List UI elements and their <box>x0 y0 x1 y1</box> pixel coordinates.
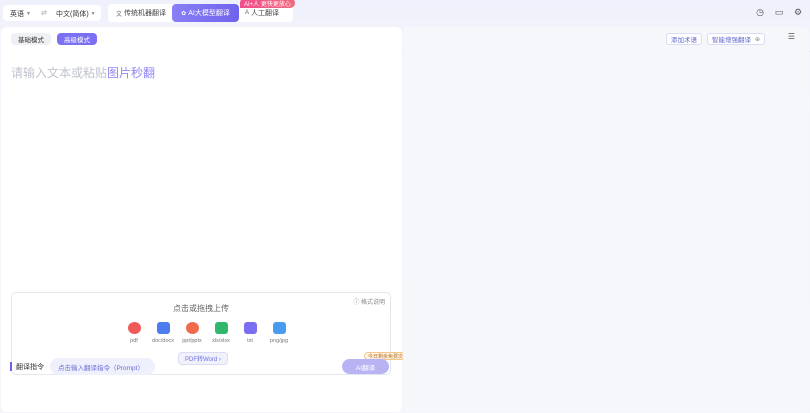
mode-subtabs: 基础模式 高级模式 <box>11 33 97 45</box>
filetype-ppt: ppt/pptx <box>182 322 202 344</box>
target-tools: 添加术语 智能增强翻译 ⊕ <box>665 33 765 45</box>
ai-sparkle-icon: ✿ <box>181 10 187 17</box>
top-right-icons: ◷ ▭ ⚙ <box>754 7 804 18</box>
tab-machine-translation[interactable]: 文 传统机器翻译 <box>116 4 166 22</box>
folder-icon[interactable]: ▭ <box>773 7 785 18</box>
target-panel: 添加术语 智能增强翻译 ⊕ ☰ <box>403 27 809 412</box>
filetype-image: png/jpg <box>269 322 289 344</box>
prompt-input[interactable]: 点击输入翻译指令（Prompt） <box>50 358 155 375</box>
txt-file-icon <box>243 322 257 334</box>
target-language-dropdown[interactable]: 中文(简体) ▼ <box>56 9 96 19</box>
tab-label: AI大模型翻译 <box>188 10 230 17</box>
format-help-label: 格式说明 <box>360 300 385 306</box>
filetype-label: xls/xlsx <box>212 338 230 344</box>
word-file-icon <box>156 322 170 334</box>
translate-icon: 文 <box>116 11 123 18</box>
plus-circle-icon: ⊕ <box>754 36 760 43</box>
top-bar: 英语 ▼ ⇄ 中文(简体) ▼ 文 传统机器翻译 ✿ AI大模型翻译 A 人工翻… <box>0 0 810 26</box>
prompt-label: 翻译指令 <box>10 362 44 371</box>
filetype-label: ppt/pptx <box>182 338 202 344</box>
excel-file-icon <box>214 322 228 334</box>
chevron-down-icon: ▼ <box>26 11 31 17</box>
human-translate-icon: A <box>245 10 250 16</box>
tab-label: 传统机器翻译 <box>124 10 167 17</box>
add-term-button[interactable]: 添加术语 <box>665 33 702 45</box>
file-type-list: pdf doc/docx ppt/pptx xls/xlsx txt png/j… <box>124 322 289 344</box>
filetype-txt: txt <box>240 322 260 344</box>
filetype-label: doc/docx <box>152 338 175 344</box>
history-icon[interactable]: ◷ <box>754 7 766 18</box>
filetype-doc: doc/docx <box>152 322 175 344</box>
tab-advanced-mode[interactable]: 高级模式 <box>57 33 97 45</box>
language-selector: 英语 ▼ ⇄ 中文(简体) ▼ <box>3 5 101 21</box>
format-help-link[interactable]: ⓘ 格式说明 <box>353 297 385 306</box>
upload-title: 点击或拖拽上传 <box>173 304 229 313</box>
prompt-bar: 翻译指令 点击输入翻译指令（Prompt） <box>10 358 155 375</box>
tab-label: 人工翻译 <box>251 10 280 17</box>
smart-enhance-label: 智能增强翻译 <box>711 37 751 44</box>
pdf-file-icon <box>127 322 141 334</box>
promo-badge: AI+人 更快更放心 <box>240 0 295 8</box>
source-text-input[interactable]: 请输入文本或粘贴图片秒翻 <box>11 64 155 81</box>
menu-icon[interactable]: ☰ <box>788 32 795 41</box>
settings-icon[interactable]: ⚙ <box>792 7 804 18</box>
ppt-file-icon <box>185 322 199 334</box>
placeholder-text: 请输入文本或粘贴 <box>11 66 108 80</box>
filetype-label: txt <box>247 338 253 344</box>
pdf-to-word-button[interactable]: PDF转Word › <box>178 352 228 365</box>
smart-enhance-button[interactable]: 智能增强翻译 ⊕ <box>706 33 765 45</box>
filetype-label: png/jpg <box>269 338 289 344</box>
tab-ai-translation[interactable]: ✿ AI大模型翻译 <box>172 4 239 22</box>
source-panel: 基础模式 高级模式 请输入文本或粘贴图片秒翻 点击或拖拽上传 ⓘ 格式说明 pd… <box>1 27 417 412</box>
swap-languages-icon[interactable]: ⇄ <box>41 9 47 17</box>
filetype-pdf: pdf <box>124 322 144 344</box>
help-circle-icon: ⓘ <box>353 300 361 306</box>
source-language-label: 英语 <box>10 11 24 18</box>
filetype-label: pdf <box>130 338 138 344</box>
image-translate-link[interactable]: 图片秒翻 <box>107 66 155 80</box>
source-language-dropdown[interactable]: 英语 ▼ <box>10 9 31 19</box>
image-file-icon <box>272 322 286 334</box>
ai-translate-button[interactable]: AI翻译 <box>342 359 389 374</box>
tab-basic-mode[interactable]: 基础模式 <box>11 33 51 45</box>
target-language-label: 中文(简体) <box>56 11 89 18</box>
filetype-xls: xls/xlsx <box>211 322 231 344</box>
chevron-down-icon: ▼ <box>90 11 96 17</box>
